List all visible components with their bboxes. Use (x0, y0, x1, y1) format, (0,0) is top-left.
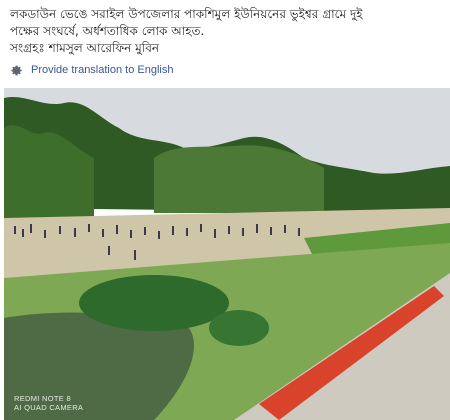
watermark-line: AI QUAD CAMERA (14, 403, 84, 412)
trees-middle (154, 145, 324, 213)
bushes (79, 275, 229, 331)
post-text: লকডাউন ভেঙে সরাইল উপজেলার পাকশিমুল ইউনিয… (10, 6, 442, 57)
post-credit: সংগ্রহঃ শামসুল আরেফিন মুবিন (10, 41, 160, 55)
camera-watermark: REDMI NOTE 8 AI QUAD CAMERA (14, 394, 83, 412)
watermark-line: REDMI NOTE 8 (14, 394, 71, 403)
gear-icon (10, 64, 23, 77)
photo-scene (4, 88, 450, 420)
bushes (209, 310, 269, 346)
translation-label: Provide translation to English (31, 64, 174, 76)
post-text-line: পক্ষের সংঘর্ষে, অর্ধশতাধিক লোক আহত. (10, 24, 205, 38)
post-text-line: লকডাউন ভেঙে সরাইল উপজেলার পাকশিমুল ইউনিয… (10, 7, 363, 21)
translation-link[interactable]: Provide translation to English (10, 61, 173, 79)
post-photo[interactable]: REDMI NOTE 8 AI QUAD CAMERA (4, 88, 450, 420)
